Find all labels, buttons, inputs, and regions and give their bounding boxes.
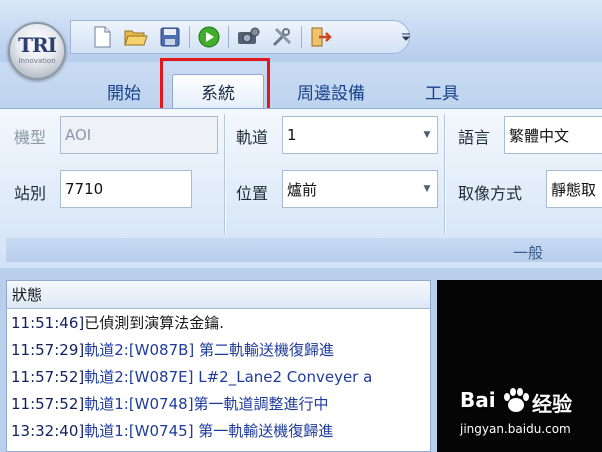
model-label: 機型 [14, 128, 47, 147]
language-label: 語言 [458, 128, 491, 147]
toolbar-separator [301, 26, 302, 48]
exit-icon[interactable] [304, 23, 338, 51]
log-line: 11:57:29] 軌道2:[W087B] 第二軌輸送機復歸進 [7, 336, 430, 363]
log-timestamp: 11:57:52] [11, 394, 85, 413]
save-icon[interactable] [153, 23, 187, 51]
tools-icon[interactable] [265, 23, 299, 51]
chevron-down-icon: ▼ [423, 130, 431, 140]
capture-mode-label: 取像方式 [458, 184, 523, 203]
log-message: 軌道2:[W087E] L#2_Lane2 Conveyer a [84, 368, 373, 386]
station-label: 站別 [14, 184, 47, 203]
station-input[interactable]: 7710 [60, 170, 192, 208]
position-select-value: 爐前 [287, 180, 318, 199]
dropdown-icon[interactable] [398, 30, 414, 44]
group-divider [224, 114, 225, 234]
track-label: 軌道 [236, 128, 269, 147]
log-line: 11:51:46] 已偵測到演算法金鑰. [7, 309, 430, 336]
track-select-value: 1 [287, 126, 297, 144]
capture-mode-select[interactable]: 靜態取 [546, 170, 602, 208]
toolbar-separator [189, 26, 190, 48]
log-timestamp: 13:32:40] [11, 421, 85, 440]
tab-start[interactable]: 開始 [96, 74, 152, 108]
ribbon-group-label: 一般 [513, 244, 544, 262]
watermark-brand-cn: 经验 [532, 392, 572, 416]
run-icon[interactable] [192, 23, 226, 51]
open-folder-icon[interactable] [119, 23, 153, 51]
watermark: Bai 经验 jingyan.baidu.com [460, 388, 602, 450]
quick-access-toolbar [70, 20, 410, 54]
watermark-brand: Bai [460, 388, 496, 412]
tab-peripherals[interactable]: 周邊設備 [282, 74, 380, 108]
log-message: 軌道1:[W0745] 第一軌輸送機復歸進 [84, 422, 334, 440]
group-divider [444, 114, 445, 234]
status-panel: 狀態 11:51:46] 已偵測到演算法金鑰. 11:57:29] 軌道2:[W08… [6, 280, 431, 452]
language-select-value: 繁體中文 [509, 126, 570, 145]
log-message: 已偵測到演算法金鑰. [84, 314, 225, 332]
log-message: 軌道1:[W0748]第一軌道調整進行中 [84, 395, 329, 413]
log-line: 13:32:40] 軌道1:[W0745] 第一軌輸送機復歸進 [7, 417, 430, 444]
log-line: 11:57:52] 軌道1:[W0748]第一軌道調整進行中 [7, 390, 430, 417]
tab-tools[interactable]: 工具 [414, 74, 470, 108]
log-line: 11:57:52] 軌道2:[W087E] L#2_Lane2 Conveyer … [7, 363, 430, 390]
position-label: 位置 [236, 184, 269, 203]
toolbar-separator [228, 26, 229, 48]
app-logo-subtext: Innovation [18, 57, 56, 65]
language-select[interactable]: 繁體中文 [504, 116, 602, 154]
application-menu-button[interactable]: TRI Innovation [8, 22, 66, 80]
new-file-icon[interactable] [85, 23, 119, 51]
position-select[interactable]: 爐前 ▼ [282, 170, 438, 208]
ribbon-tab-bar: 開始 系統 周邊設備 工具 [0, 62, 602, 108]
log-timestamp: 11:57:52] [11, 367, 85, 386]
capture-mode-value: 靜態取 [551, 180, 597, 199]
track-select[interactable]: 1 ▼ [282, 116, 438, 154]
log-message: 軌道2:[W087B] 第二軌輸送機復歸進 [84, 341, 335, 359]
watermark-url: jingyan.baidu.com [460, 422, 571, 436]
chevron-down-icon: ▼ [423, 184, 431, 194]
log-timestamp: 11:51:46] [11, 313, 85, 332]
app-logo-text: TRI [18, 33, 57, 57]
log-timestamp: 11:57:29] [11, 340, 85, 359]
status-panel-title: 狀態 [7, 281, 430, 309]
camera-settings-icon[interactable] [231, 23, 265, 51]
paw-icon [504, 388, 529, 412]
model-field: AOI [60, 116, 218, 154]
